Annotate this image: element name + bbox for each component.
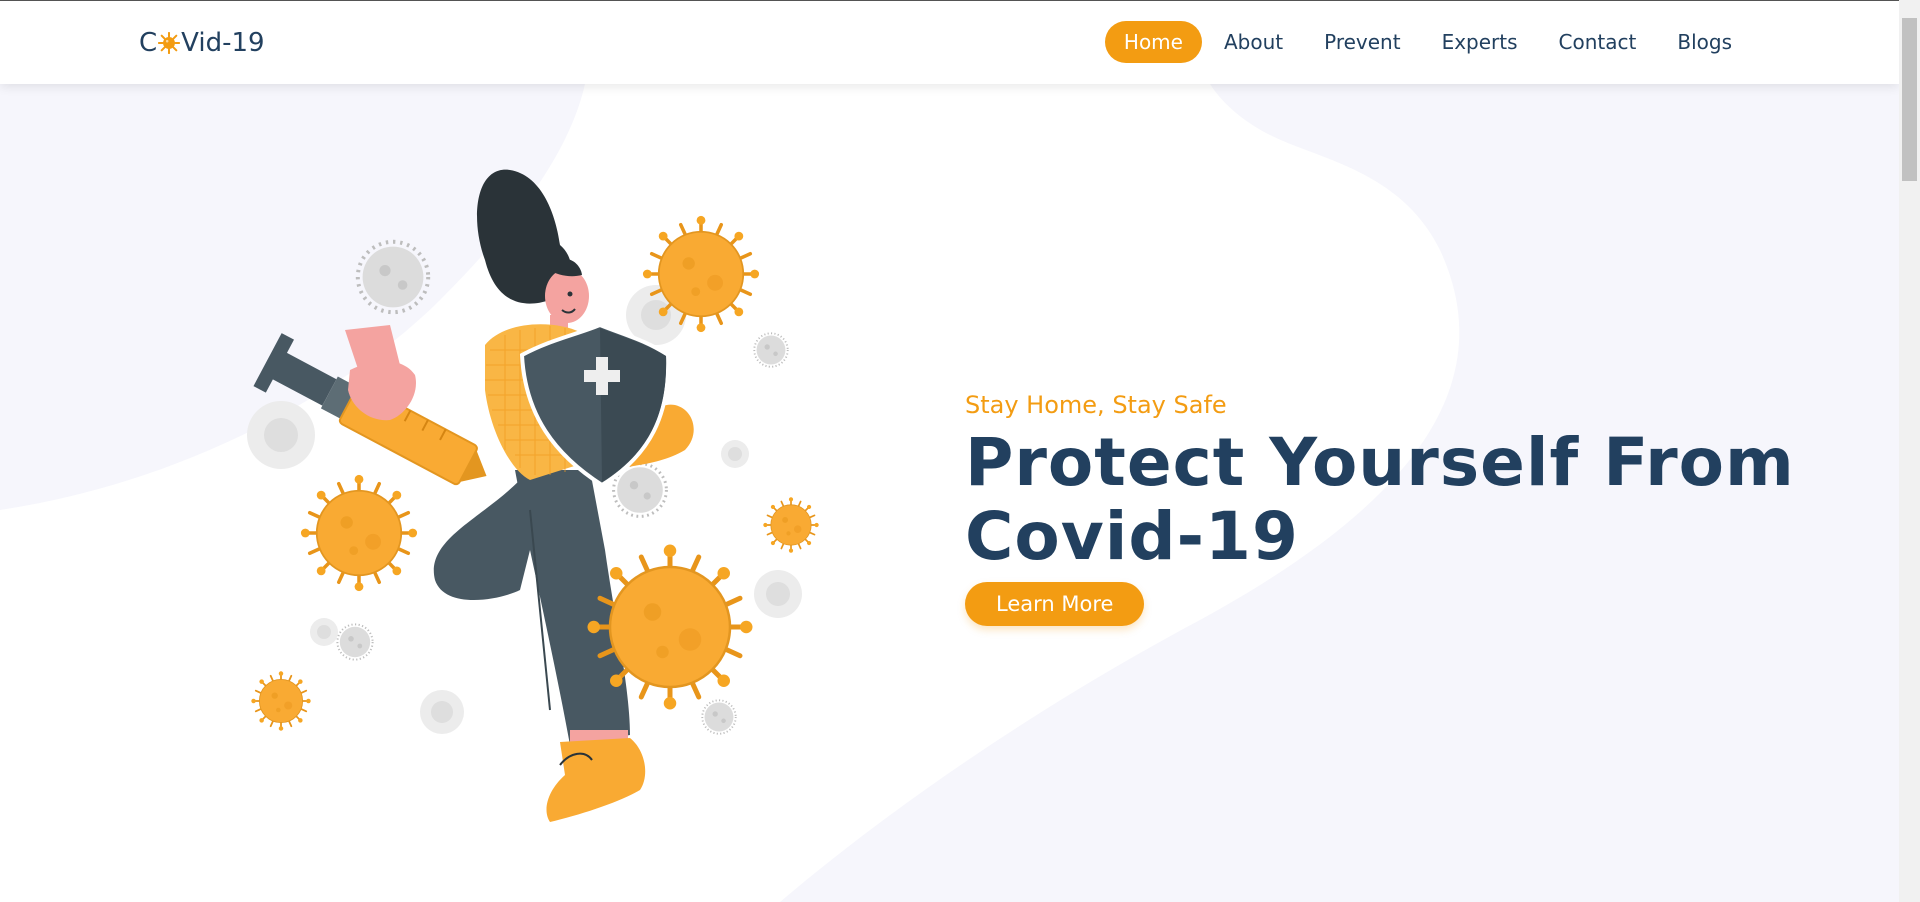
learn-more-button[interactable]: Learn More — [965, 582, 1145, 626]
main-nav: Home About Prevent Experts Contact Blogs — [1102, 21, 1751, 63]
logo-prefix: C — [139, 28, 158, 58]
hero-headline-line2: Covid-19 — [965, 498, 1299, 575]
hero-section: Stay Home, Stay Safe Protect Yourself Fr… — [965, 388, 1795, 626]
site-header: C Vid-19 Home About Prevent Experts Cont… — [0, 1, 1899, 84]
page-scrollbar[interactable] — [1899, 0, 1920, 902]
nav-blogs[interactable]: Blogs — [1658, 21, 1751, 63]
hero-headline-line1: Protect Yourself From — [965, 424, 1795, 501]
nav-prevent[interactable]: Prevent — [1305, 21, 1419, 63]
hero-illustration — [247, 169, 820, 822]
virus-logo-icon — [158, 32, 181, 54]
scrollbar-thumb[interactable] — [1902, 18, 1917, 181]
nav-experts[interactable]: Experts — [1423, 21, 1537, 63]
hero-headline: Protect Yourself From Covid-19 — [965, 426, 1795, 574]
nav-contact[interactable]: Contact — [1540, 21, 1656, 63]
nav-about[interactable]: About — [1205, 21, 1302, 63]
hero-tagline: Stay Home, Stay Safe — [965, 391, 1227, 419]
logo-suffix: Vid-19 — [181, 28, 265, 58]
nav-home[interactable]: Home — [1104, 21, 1202, 63]
site-logo[interactable]: C Vid-19 — [139, 26, 265, 60]
